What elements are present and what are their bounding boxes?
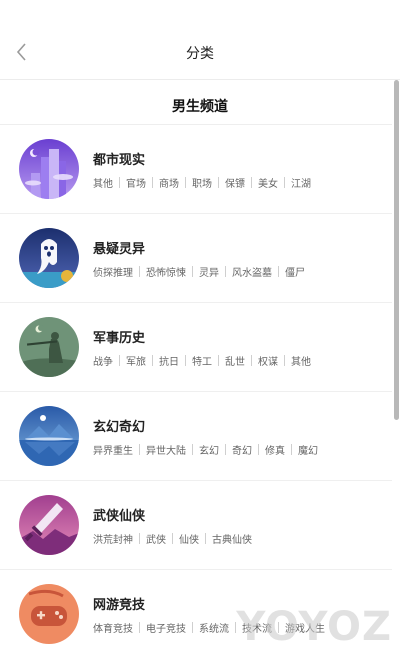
sword-icon: [19, 495, 79, 555]
tag[interactable]: 官场: [126, 175, 146, 190]
category-item-fantasy[interactable]: 玄幻奇幻 异界重生 异世大陆 玄幻 奇幻 修真 魔幻: [0, 392, 392, 481]
category-list: 都市现实 其他 官场 商场 职场 保镖 美女 江湖 悬疑灵异 侦探推理 恐怖惊悚…: [0, 125, 392, 656]
tag[interactable]: 异界重生: [93, 442, 133, 457]
category-item-military[interactable]: 军事历史 战争 军旅 抗日 特工 乱世 权谋 其他: [0, 303, 392, 392]
tag[interactable]: 其他: [93, 175, 113, 190]
tag[interactable]: 美女: [258, 175, 278, 190]
tag[interactable]: 抗日: [159, 353, 179, 368]
tag[interactable]: 电子竞技: [146, 620, 186, 635]
tag[interactable]: 玄幻: [199, 442, 219, 457]
tag-list: 其他 官场 商场 职场 保镖 美女 江湖: [93, 175, 311, 190]
tag[interactable]: 其他: [291, 353, 311, 368]
city-icon: [19, 139, 79, 199]
tag[interactable]: 战争: [93, 353, 113, 368]
soldier-icon: [19, 317, 79, 377]
gamepad-icon: [19, 584, 79, 644]
tag[interactable]: 灵异: [199, 264, 219, 279]
tag[interactable]: 乱世: [225, 353, 245, 368]
tag[interactable]: 游戏人生: [285, 620, 325, 635]
tag-list: 侦探推理 恐怖惊悚 灵异 风水盗墓 僵尸: [93, 264, 305, 279]
tag[interactable]: 职场: [192, 175, 212, 190]
category-name: 玄幻奇幻: [93, 420, 146, 435]
top-bar: 分类: [0, 0, 400, 80]
ghost-icon: [19, 228, 79, 288]
tag[interactable]: 商场: [159, 175, 179, 190]
category-name: 武侠仙侠: [93, 509, 146, 524]
tag-list: 体育竞技 电子竞技 系统流 技术流 游戏人生: [93, 620, 325, 635]
tag[interactable]: 权谋: [258, 353, 278, 368]
tag[interactable]: 武侠: [146, 531, 166, 546]
tag[interactable]: 保镖: [225, 175, 245, 190]
tag-list: 洪荒封神 武侠 仙侠 古典仙侠: [93, 531, 252, 546]
tag[interactable]: 江湖: [291, 175, 311, 190]
tag[interactable]: 魔幻: [298, 442, 318, 457]
tag[interactable]: 技术流: [242, 620, 272, 635]
mountain-lake-icon: [19, 406, 79, 466]
tag[interactable]: 侦探推理: [93, 264, 133, 279]
category-item-suspense[interactable]: 悬疑灵异 侦探推理 恐怖惊悚 灵异 风水盗墓 僵尸: [0, 214, 392, 303]
scrollbar[interactable]: [394, 80, 399, 420]
category-name: 都市现实: [93, 153, 146, 168]
tag[interactable]: 奇幻: [232, 442, 252, 457]
tag-list: 战争 军旅 抗日 特工 乱世 权谋 其他: [93, 353, 311, 368]
category-name: 军事历史: [93, 331, 146, 346]
category-name: 网游竞技: [93, 598, 146, 613]
tag[interactable]: 洪荒封神: [93, 531, 133, 546]
tag[interactable]: 修真: [265, 442, 285, 457]
tag[interactable]: 恐怖惊悚: [146, 264, 186, 279]
category-item-urban[interactable]: 都市现实 其他 官场 商场 职场 保镖 美女 江湖: [0, 125, 392, 214]
page-title: 分类: [186, 46, 214, 62]
category-name: 悬疑灵异: [93, 242, 146, 257]
tag[interactable]: 异世大陆: [146, 442, 186, 457]
tag[interactable]: 特工: [192, 353, 212, 368]
tag[interactable]: 仙侠: [179, 531, 199, 546]
tag[interactable]: 古典仙侠: [212, 531, 252, 546]
category-item-gaming[interactable]: 网游竞技 体育竞技 电子竞技 系统流 技术流 游戏人生: [0, 570, 392, 656]
category-item-wuxia[interactable]: 武侠仙侠 洪荒封神 武侠 仙侠 古典仙侠: [0, 481, 392, 570]
tag[interactable]: 军旅: [126, 353, 146, 368]
tag[interactable]: 风水盗墓: [232, 264, 272, 279]
tag[interactable]: 系统流: [199, 620, 229, 635]
channel-title: 男生频道: [172, 99, 228, 115]
tag-list: 异界重生 异世大陆 玄幻 奇幻 修真 魔幻: [93, 442, 318, 457]
tag[interactable]: 僵尸: [285, 264, 305, 279]
tag[interactable]: 体育竞技: [93, 620, 133, 635]
